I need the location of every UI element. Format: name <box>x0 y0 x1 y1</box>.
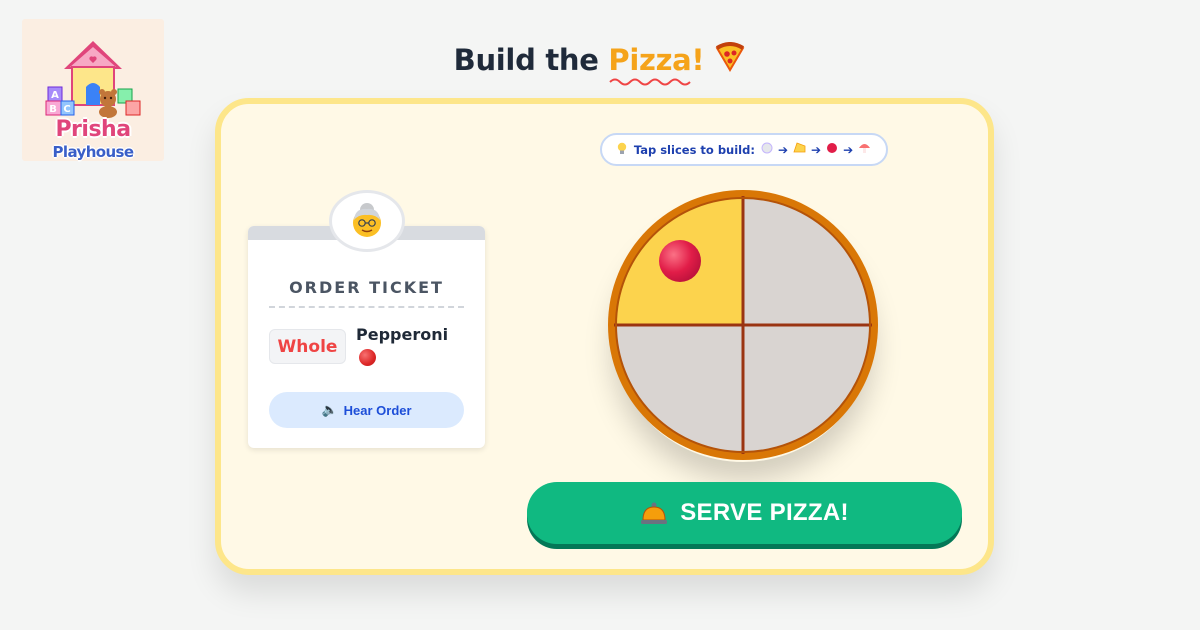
hear-order-label: Hear Order <box>343 402 412 418</box>
pizza-slice-icon <box>714 42 746 79</box>
cheese-icon <box>793 142 806 157</box>
pizza-slice-bottom-left[interactable] <box>606 325 743 462</box>
customer-avatar <box>329 190 405 252</box>
pepperoni-topping-icon <box>659 240 701 282</box>
pizza-slice-top-right[interactable] <box>743 188 880 325</box>
portion-badge: Whole <box>269 329 346 364</box>
arrow-right-icon: ➔ <box>811 142 822 157</box>
grandma-icon <box>353 203 381 237</box>
logo-subtitle: Playhouse <box>52 143 135 161</box>
hint-text: Tap slices to build: <box>633 142 755 157</box>
block-letter-c: C <box>63 104 70 115</box>
arrow-right-icon: ➔ <box>843 142 854 157</box>
arrow-right-icon: ➔ <box>777 142 789 157</box>
logo-title: Prisha <box>55 117 131 142</box>
speaker-icon: 🔈 <box>321 402 338 417</box>
pizza-board <box>606 188 880 462</box>
squiggle-underline-icon <box>609 78 692 86</box>
pepperoni-icon <box>359 349 376 366</box>
ticket-title: ORDER TICKET <box>289 278 444 297</box>
hint-sequence: ➔ ➔ ➔ <box>761 142 871 157</box>
title-accent: Pizza! <box>608 43 705 86</box>
pepperoni-icon <box>826 142 838 157</box>
pizza-slice-bottom-right[interactable] <box>743 325 880 462</box>
bell-icon <box>640 500 668 526</box>
page-title: Build the Pizza! <box>0 42 1200 86</box>
block-letter-a: A <box>51 90 59 101</box>
mushroom-icon <box>858 142 871 157</box>
serve-pizza-button[interactable]: SERVE PIZZA! <box>527 482 962 544</box>
block-letter-b: B <box>49 104 57 115</box>
pizza-svg <box>606 188 880 462</box>
order-ticket: ORDER TICKET Whole Pepperoni 🔈 Hear Orde… <box>248 226 485 448</box>
topping-name: Pepperoni <box>356 325 449 344</box>
ticket-divider <box>269 306 464 308</box>
build-hint: Tap slices to build: ➔ ➔ ➔ <box>600 133 888 166</box>
serve-pizza-label: SERVE PIZZA! <box>680 499 849 526</box>
brand-logo: A B C Prisha Playhouse <box>22 19 164 161</box>
dough-ball-icon <box>761 142 773 157</box>
title-accent-text: Pizza! <box>608 43 705 77</box>
hear-order-button[interactable]: 🔈 Hear Order <box>269 392 464 428</box>
lightbulb-icon <box>617 142 627 158</box>
title-prefix: Build the <box>453 43 609 77</box>
